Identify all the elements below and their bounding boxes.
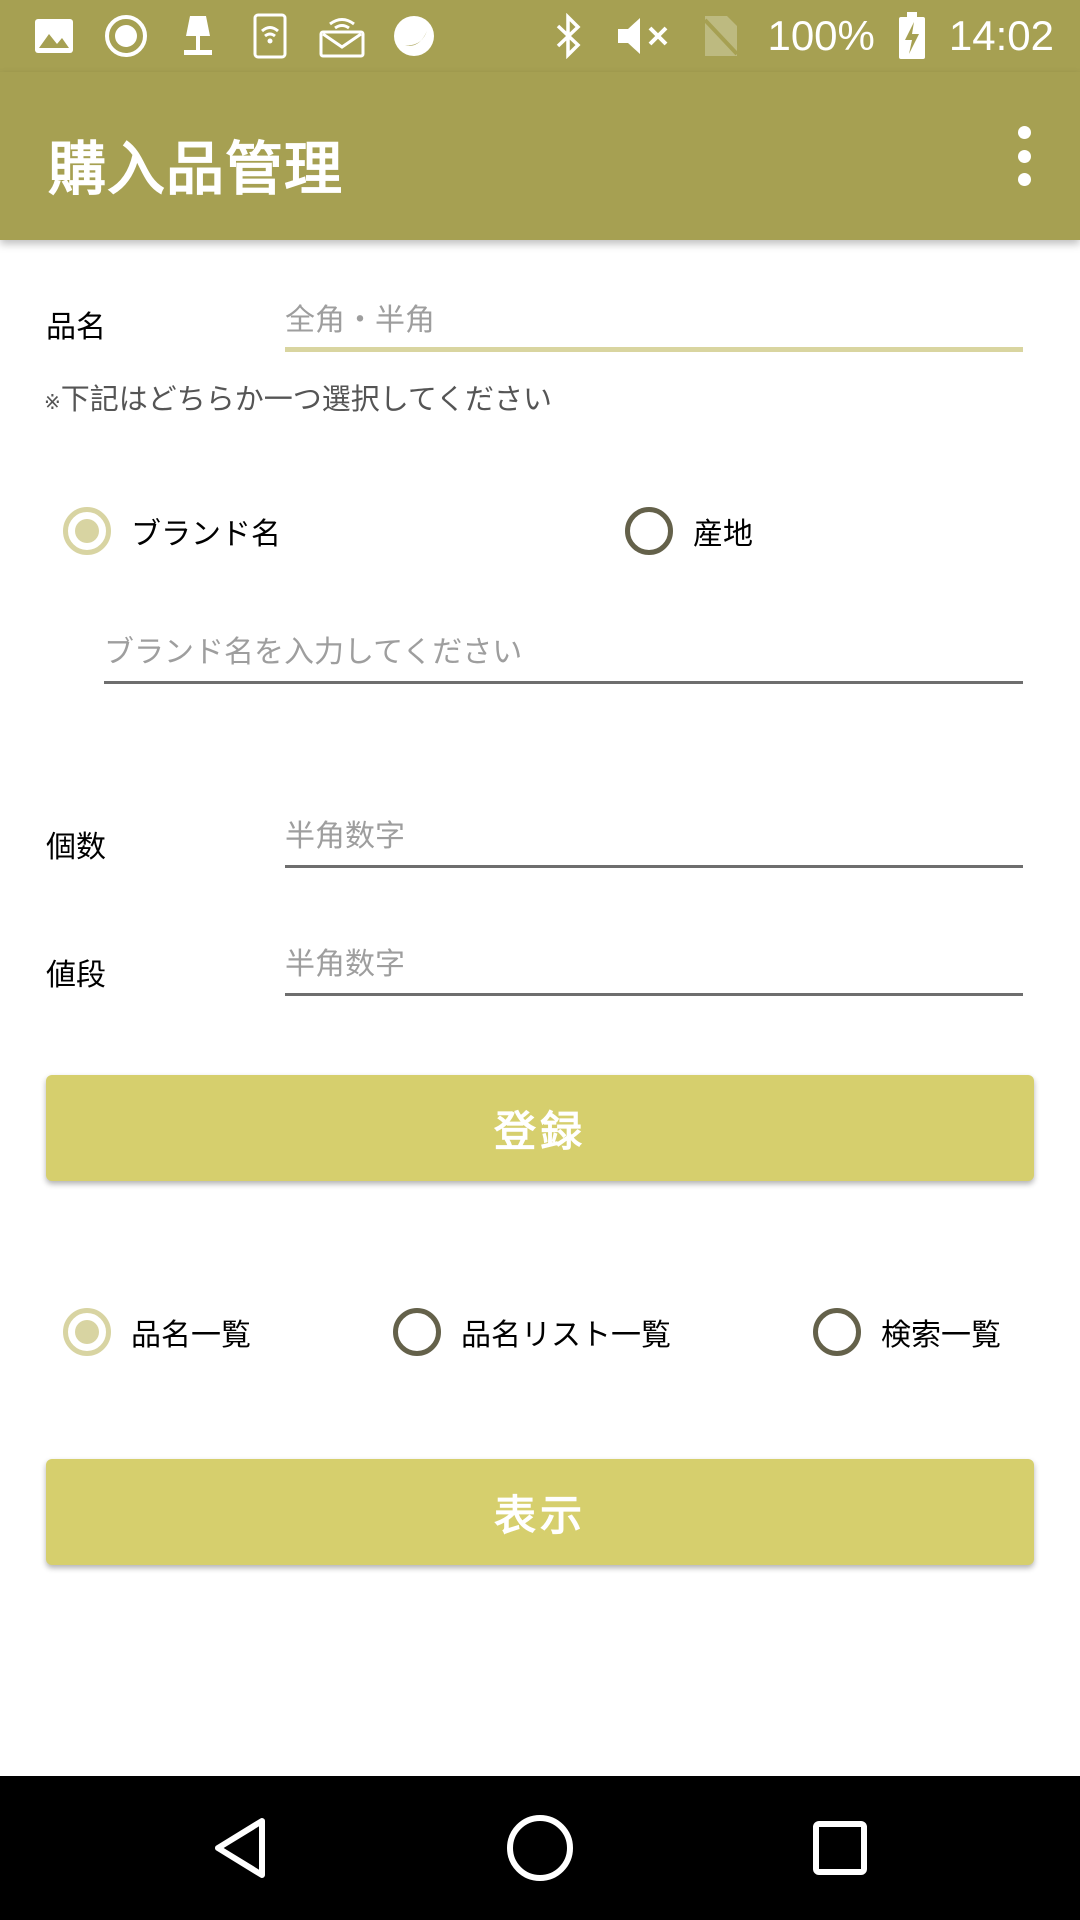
moon-icon bbox=[390, 12, 438, 60]
radio-item-list[interactable]: 品名一覧 bbox=[63, 1308, 251, 1356]
app-title: 購入品管理 bbox=[48, 135, 344, 203]
show-button[interactable]: 表示 bbox=[46, 1459, 1034, 1565]
brand-input[interactable] bbox=[104, 624, 1023, 680]
radio-search-list[interactable]: 検索一覧 bbox=[813, 1308, 1001, 1356]
radio-origin[interactable]: 産地 bbox=[625, 507, 753, 555]
home-icon[interactable] bbox=[504, 1812, 576, 1884]
no-sim-icon bbox=[697, 12, 745, 60]
bluetooth-icon bbox=[545, 12, 593, 60]
radio-item-name-list[interactable]: 品名リスト一覧 bbox=[393, 1308, 671, 1356]
price-underline bbox=[285, 993, 1023, 996]
brand-field[interactable] bbox=[104, 624, 1023, 684]
lamp-icon bbox=[174, 12, 222, 60]
radio-search-list-circle[interactable] bbox=[813, 1308, 861, 1356]
clock: 14:02 bbox=[948, 12, 1054, 59]
radio-search-list-label: 検索一覧 bbox=[881, 1318, 1001, 1353]
selection-note: ※下記はどちらか一つ選択してください bbox=[44, 376, 552, 418]
quantity-input[interactable] bbox=[285, 808, 1023, 864]
price-label: 値段 bbox=[46, 958, 106, 993]
quantity-field[interactable] bbox=[285, 808, 1023, 868]
radio-item-name-list-label: 品名リスト一覧 bbox=[461, 1318, 671, 1353]
price-field[interactable] bbox=[285, 936, 1023, 996]
note-mark: ※ bbox=[44, 390, 61, 414]
record-icon bbox=[102, 12, 150, 60]
note-text: 下記はどちらか一つ選択してください bbox=[60, 382, 553, 416]
more-vertical-icon[interactable] bbox=[998, 126, 1050, 186]
radio-origin-label: 産地 bbox=[693, 517, 753, 552]
radio-brand-circle[interactable] bbox=[63, 507, 111, 555]
battery-percent: 100% bbox=[767, 12, 875, 59]
item-name-field[interactable] bbox=[285, 292, 1023, 352]
item-name-input[interactable] bbox=[285, 292, 1023, 348]
mute-icon bbox=[615, 12, 675, 60]
sim-wifi-icon bbox=[246, 12, 294, 60]
radio-origin-circle[interactable] bbox=[625, 507, 673, 555]
radio-item-list-label: 品名一覧 bbox=[131, 1318, 251, 1353]
item-name-underline bbox=[285, 347, 1023, 352]
back-icon[interactable] bbox=[204, 1812, 276, 1884]
quantity-label: 個数 bbox=[46, 830, 106, 865]
brand-underline bbox=[104, 681, 1023, 684]
status-bar: 100% 14:02 bbox=[0, 0, 1080, 72]
radio-brand[interactable]: ブランド名 bbox=[63, 507, 281, 555]
quantity-underline bbox=[285, 865, 1023, 868]
image-icon bbox=[30, 12, 78, 60]
app-bar: 購入品管理 bbox=[0, 72, 1080, 240]
recents-icon[interactable] bbox=[804, 1812, 876, 1884]
price-input[interactable] bbox=[285, 936, 1023, 992]
router-icon bbox=[318, 12, 366, 60]
radio-item-list-circle[interactable] bbox=[63, 1308, 111, 1356]
radio-item-name-list-circle[interactable] bbox=[393, 1308, 441, 1356]
radio-brand-label: ブランド名 bbox=[131, 517, 281, 552]
navigation-bar bbox=[0, 1776, 1080, 1920]
battery-charging-icon bbox=[897, 12, 927, 60]
item-name-label: 品名 bbox=[46, 310, 106, 345]
register-button[interactable]: 登録 bbox=[46, 1075, 1034, 1181]
